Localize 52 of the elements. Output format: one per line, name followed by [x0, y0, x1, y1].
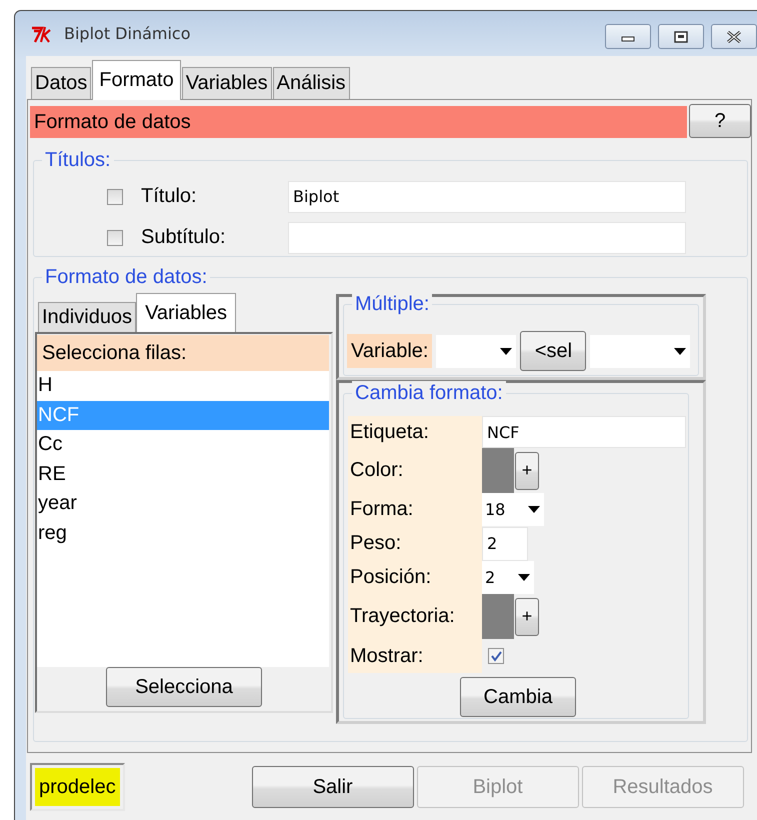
tab[interactable]: Individuos: [38, 302, 136, 332]
tab[interactable]: Análisis: [272, 67, 350, 99]
maximize-icon: [673, 30, 689, 42]
caret-icon: [528, 506, 540, 513]
section-header: Formato de datos: [30, 106, 687, 138]
tab[interactable]: Formato: [92, 60, 181, 100]
list-item[interactable]: H: [37, 371, 329, 400]
text-field[interactable]: 2: [482, 526, 528, 560]
list-item[interactable]: reg: [37, 518, 329, 548]
checkbox[interactable]: [107, 230, 123, 246]
field-label: Forma:: [348, 493, 482, 526]
help-button[interactable]: ?: [689, 104, 751, 138]
tab[interactable]: Variables: [182, 67, 272, 99]
list-item[interactable]: Cc: [37, 430, 329, 460]
caret-icon: [500, 348, 512, 354]
checkbox[interactable]: [488, 648, 504, 664]
tab[interactable]: Datos: [31, 67, 92, 99]
caret-icon: [674, 348, 686, 354]
field-label: Variable:: [347, 334, 432, 368]
maximize-button[interactable]: [658, 24, 704, 49]
tab[interactable]: Variables: [136, 293, 236, 332]
field-label: Color:: [348, 448, 482, 493]
checkbox[interactable]: [107, 188, 123, 204]
dropdown[interactable]: 18: [482, 493, 544, 526]
field-label: Etiqueta:: [348, 416, 482, 448]
field-label: Posición:: [348, 561, 482, 594]
minimize-button[interactable]: [605, 24, 651, 49]
list-header: Selecciona filas:: [37, 335, 329, 371]
add-button[interactable]: +: [515, 598, 539, 636]
text-field[interactable]: NCF: [482, 416, 686, 448]
list-item[interactable]: RE: [37, 460, 329, 489]
close-icon: [726, 30, 742, 42]
list-item[interactable]: year: [37, 489, 329, 518]
add-button[interactable]: +: [515, 452, 539, 490]
close-button[interactable]: [711, 24, 757, 49]
field-label: Subtítulo:: [141, 226, 227, 249]
field-label: Trayectoria:: [348, 594, 482, 639]
dropdown[interactable]: 2: [482, 561, 534, 594]
group-title: Múltiple:: [352, 292, 432, 316]
checkmark-icon: [490, 650, 502, 662]
select-button[interactable]: <sel: [520, 331, 586, 371]
footer-button[interactable]: Salir: [252, 766, 414, 808]
text-field[interactable]: [288, 222, 686, 254]
window-title: Biplot Dinámico: [64, 24, 190, 43]
caret-icon: [518, 574, 530, 581]
select-button[interactable]: Selecciona: [106, 667, 262, 707]
text-field[interactable]: Biplot: [288, 180, 686, 212]
field-label: Título:: [141, 185, 198, 208]
field-label: Peso:: [348, 526, 482, 561]
dataset-name: prodelec: [35, 768, 120, 806]
field-label: Mostrar:: [348, 639, 482, 673]
apply-button[interactable]: Cambia: [460, 677, 576, 717]
